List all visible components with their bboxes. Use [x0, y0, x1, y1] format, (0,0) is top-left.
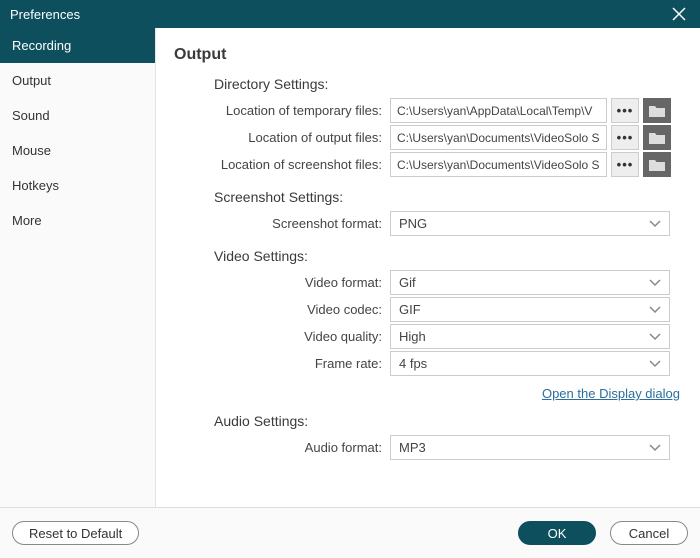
sidebar-item-mouse[interactable]: Mouse — [0, 133, 155, 168]
sidebar: Recording Output Sound Mouse Hotkeys Mor… — [0, 28, 156, 507]
folder-icon — [649, 105, 665, 117]
close-icon — [672, 7, 686, 21]
select-frame-rate[interactable]: 4 fps — [390, 351, 670, 376]
open-display-dialog-link[interactable]: Open the Display dialog — [542, 386, 680, 401]
browse-button-temp[interactable] — [643, 98, 671, 123]
folder-icon — [649, 132, 665, 144]
label-video-quality: Video quality: — [174, 329, 390, 344]
ellipsis-icon: ••• — [617, 130, 634, 145]
ellipsis-icon: ••• — [617, 103, 634, 118]
sidebar-item-label: Sound — [12, 108, 50, 123]
cancel-button[interactable]: Cancel — [610, 521, 688, 545]
select-video-format[interactable]: Gif — [390, 270, 670, 295]
label-frame-rate: Frame rate: — [174, 356, 390, 371]
reset-button[interactable]: Reset to Default — [12, 521, 139, 545]
chevron-down-icon — [649, 360, 661, 368]
chevron-down-icon — [649, 220, 661, 228]
sidebar-item-more[interactable]: More — [0, 203, 155, 238]
input-output-files[interactable]: C:\Users\yan\Documents\VideoSolo S — [390, 125, 607, 150]
folder-icon — [649, 159, 665, 171]
chevron-down-icon — [649, 444, 661, 452]
sidebar-item-label: Mouse — [12, 143, 51, 158]
sidebar-item-label: More — [12, 213, 42, 228]
close-button[interactable] — [668, 5, 690, 23]
select-video-quality[interactable]: High — [390, 324, 670, 349]
window-title: Preferences — [10, 7, 80, 22]
chevron-down-icon — [649, 306, 661, 314]
input-temp-files[interactable]: C:\Users\yan\AppData\Local\Temp\V — [390, 98, 607, 123]
label-video-codec: Video codec: — [174, 302, 390, 317]
sidebar-item-label: Output — [12, 73, 51, 88]
sidebar-item-hotkeys[interactable]: Hotkeys — [0, 168, 155, 203]
label-screenshot-format: Screenshot format: — [174, 216, 390, 231]
section-heading-directory: Directory Settings: — [214, 76, 688, 92]
sidebar-item-label: Hotkeys — [12, 178, 59, 193]
ellipsis-icon: ••• — [617, 157, 634, 172]
sidebar-item-recording[interactable]: Recording — [0, 28, 155, 63]
sidebar-item-output[interactable]: Output — [0, 63, 155, 98]
more-button-output[interactable]: ••• — [611, 125, 639, 150]
label-video-format: Video format: — [174, 275, 390, 290]
section-heading-screenshot: Screenshot Settings: — [214, 189, 688, 205]
page-title: Output — [174, 46, 688, 64]
sidebar-item-sound[interactable]: Sound — [0, 98, 155, 133]
section-heading-video: Video Settings: — [214, 248, 688, 264]
select-screenshot-format[interactable]: PNG — [390, 211, 670, 236]
label-screenshot-files: Location of screenshot files: — [174, 157, 390, 172]
browse-button-screenshot[interactable] — [643, 152, 671, 177]
input-screenshot-files[interactable]: C:\Users\yan\Documents\VideoSolo S — [390, 152, 607, 177]
chevron-down-icon — [649, 279, 661, 287]
label-audio-format: Audio format: — [174, 440, 390, 455]
select-video-codec[interactable]: GIF — [390, 297, 670, 322]
sidebar-item-label: Recording — [12, 38, 71, 53]
label-output-files: Location of output files: — [174, 130, 390, 145]
more-button-screenshot[interactable]: ••• — [611, 152, 639, 177]
ok-button[interactable]: OK — [518, 521, 596, 545]
footer: Reset to Default OK Cancel — [0, 508, 700, 558]
browse-button-output[interactable] — [643, 125, 671, 150]
titlebar: Preferences — [0, 0, 700, 28]
label-temp-files: Location of temporary files: — [174, 103, 390, 118]
chevron-down-icon — [649, 333, 661, 341]
select-audio-format[interactable]: MP3 — [390, 435, 670, 460]
more-button-temp[interactable]: ••• — [611, 98, 639, 123]
section-heading-audio: Audio Settings: — [214, 413, 688, 429]
